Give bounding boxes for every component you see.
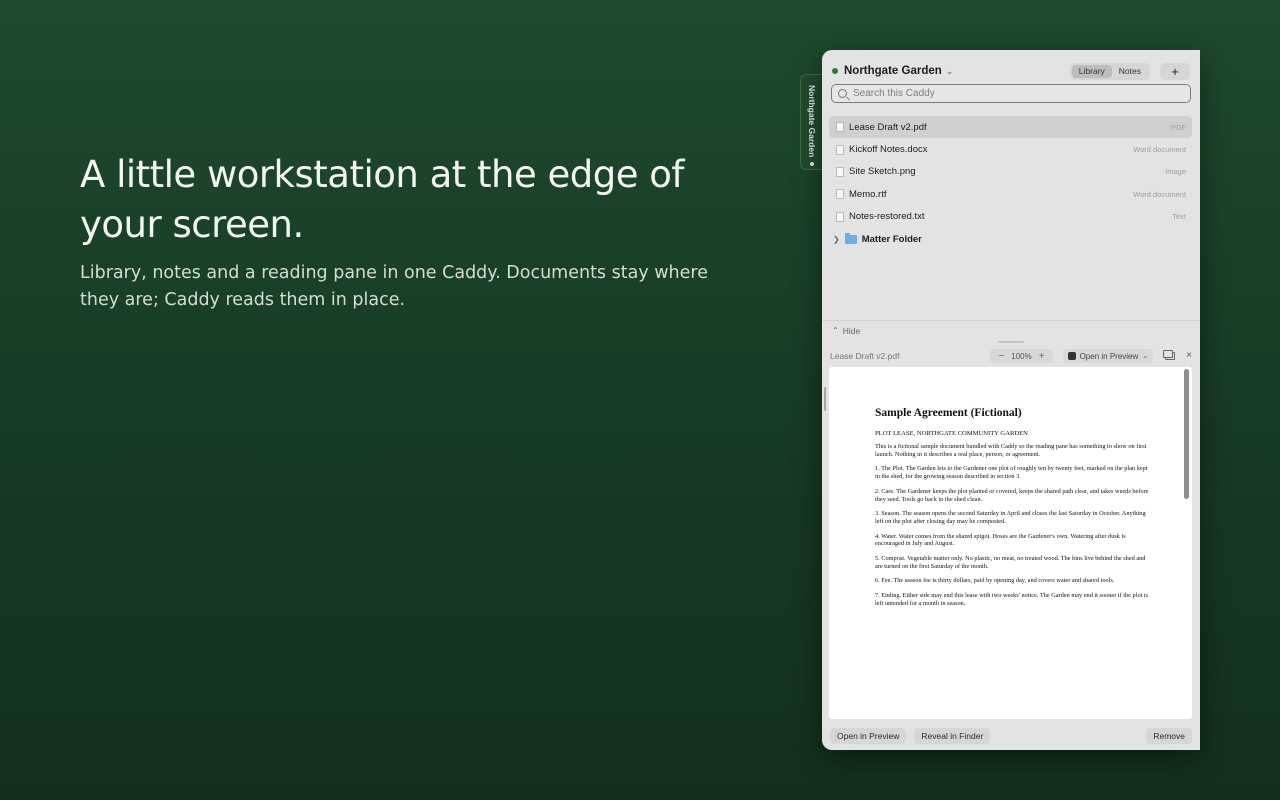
file-row[interactable]: Memo.rtf Word document — [829, 183, 1192, 205]
document-paragraph: 7. Ending. Either side may end this leas… — [875, 591, 1149, 607]
detach-window-icon[interactable] — [1163, 350, 1176, 360]
search-icon — [838, 89, 847, 98]
search-input[interactable] — [853, 88, 1153, 99]
chevron-right-icon[interactable]: ❯ — [833, 235, 840, 244]
chevron-up-icon: ⌃ — [832, 326, 839, 335]
hero-subtitle: Library, notes and a reading pane in one… — [80, 263, 708, 310]
tab-handle-dot — [810, 162, 814, 167]
document-title: Sample Agreement (Fictional) — [875, 407, 1022, 419]
zoom-in-button[interactable]: + — [1035, 351, 1049, 362]
close-icon[interactable]: × — [1186, 351, 1192, 361]
document-paragraph: This is a fictional sample document bund… — [875, 443, 1147, 458]
file-name: Kickoff Notes.docx — [849, 144, 928, 156]
panel-header: Northgate Garden ⌄ Library Notes + — [832, 60, 1190, 82]
split-grabber[interactable] — [998, 341, 1024, 343]
document-icon — [836, 122, 844, 133]
chevron-down-icon[interactable]: ⌄ — [946, 66, 954, 77]
file-kind: Word document — [1133, 189, 1186, 199]
document-paragraph: 5. Compost. Vegetable matter only. No pl… — [875, 554, 1146, 570]
document-paragraph: 3. Season. The season opens the second S… — [875, 510, 1146, 525]
preview-app-icon — [1067, 352, 1076, 360]
file-row[interactable]: Notes-restored.txt Text — [829, 206, 1192, 228]
open-in-preview-button[interactable]: Open in Preview — [830, 728, 907, 744]
search-field[interactable] — [831, 84, 1191, 103]
reveal-in-finder-button[interactable]: Reveal in Finder — [914, 728, 991, 744]
folder-row[interactable]: ❯ Matter Folder — [829, 228, 1192, 250]
caddy-name[interactable]: Northgate Garden — [844, 65, 942, 77]
hide-label: Hide — [842, 325, 861, 336]
file-kind: PDF — [1171, 122, 1186, 132]
zoom-level: 100% — [1011, 351, 1032, 361]
document-icon — [836, 211, 844, 222]
file-name: Notes-restored.txt — [849, 211, 925, 223]
tab-library[interactable]: Library — [1071, 64, 1112, 78]
remove-button[interactable]: Remove — [1146, 728, 1192, 744]
tab-notes[interactable]: Notes — [1112, 65, 1148, 78]
file-row[interactable]: Kickoff Notes.docx Word document — [829, 138, 1192, 160]
reading-pane[interactable]: Sample Agreement (Fictional) PLOT LEASE,… — [829, 367, 1192, 719]
file-row[interactable]: Site Sketch.png Image — [829, 161, 1192, 183]
document-subtitle: PLOT LEASE, NORTHGATE COMMUNITY GARDEN — [875, 430, 1028, 437]
image-file-icon — [836, 166, 844, 177]
file-row[interactable]: Lease Draft v2.pdf PDF — [829, 116, 1192, 139]
panel-footer: Open in Preview Reveal in Finder Remove — [822, 722, 1200, 750]
caddy-tab-handle[interactable]: Northgate Garden — [800, 74, 823, 170]
document-page: Sample Agreement (Fictional) PLOT LEASE,… — [875, 407, 1150, 614]
view-switcher: Library Notes — [1069, 62, 1150, 80]
document-paragraph: 4. Water. Water comes from the shared sp… — [875, 532, 1126, 548]
document-paragraph: 2. Care. The Gardener keeps the plot pla… — [875, 487, 1149, 503]
chevron-down-icon: ⌄ — [1142, 353, 1149, 360]
document-icon — [836, 189, 844, 200]
reader-toolbar: Lease Draft v2.pdf − 100% + Open in Prev… — [830, 348, 1192, 364]
document-paragraph: 6. Fee. The season fee is thirty dollars… — [875, 577, 1115, 585]
file-kind: Image — [1165, 167, 1186, 177]
hero: A little workstation at the edge of your… — [80, 150, 730, 314]
hero-title: A little workstation at the edge of your… — [80, 153, 684, 246]
file-kind: Text — [1172, 212, 1186, 222]
file-list: Lease Draft v2.pdf PDF Kickoff Notes.doc… — [829, 116, 1192, 250]
zoom-control: − 100% + — [990, 349, 1053, 363]
reader-file-name: Lease Draft v2.pdf — [830, 351, 900, 361]
document-icon — [836, 144, 844, 155]
resize-handle[interactable] — [824, 387, 826, 411]
caddy-panel: Northgate Garden ⌄ Library Notes + Lease… — [822, 50, 1200, 750]
zoom-out-button[interactable]: − — [994, 351, 1008, 362]
file-name: Site Sketch.png — [849, 166, 916, 178]
open-in-preview-menu[interactable]: Open in Preview ⌄ — [1062, 349, 1154, 363]
file-name: Lease Draft v2.pdf — [849, 121, 927, 133]
open-in-label: Open in Preview — [1079, 351, 1139, 361]
hide-library-toggle[interactable]: ⌃ Hide — [822, 320, 1200, 340]
folder-name: Matter Folder — [861, 233, 922, 245]
status-dot-icon — [832, 68, 838, 74]
file-name: Memo.rtf — [849, 188, 887, 200]
add-button[interactable]: + — [1160, 62, 1190, 80]
tab-handle-label: Northgate Garden — [807, 85, 817, 158]
folder-icon — [844, 232, 857, 244]
file-kind: Word document — [1133, 145, 1186, 155]
document-paragraph: 1. The Plot. The Garden lets to the Gard… — [875, 465, 1148, 481]
scrollbar[interactable] — [1184, 369, 1189, 499]
